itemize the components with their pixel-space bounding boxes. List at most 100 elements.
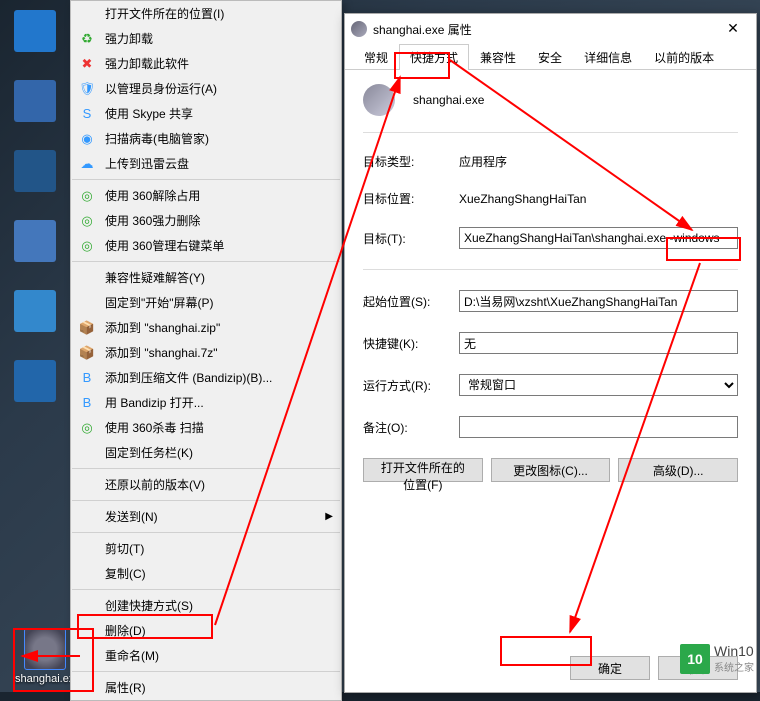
watermark-title: Win10: [714, 643, 754, 659]
skype-icon: S: [79, 106, 95, 122]
blank-icon: [79, 680, 95, 696]
separator: [72, 500, 340, 501]
ctx-force-uninstall-soft[interactable]: ✖强力卸载此软件: [71, 51, 341, 76]
desktop-icon[interactable]: [5, 220, 65, 265]
blank-icon: [79, 623, 95, 639]
select-run[interactable]: 常规窗口: [459, 374, 738, 396]
desktop-icon[interactable]: [5, 80, 65, 125]
chevron-right-icon: ▶: [325, 511, 333, 522]
ctx-360-unlock[interactable]: ◎使用 360解除占用: [71, 183, 341, 208]
label-shortcut: 快捷键(K):: [363, 335, 459, 352]
ctx-add-7z[interactable]: 📦添加到 "shanghai.7z": [71, 340, 341, 365]
ctx-add-zip[interactable]: 📦添加到 "shanghai.zip": [71, 315, 341, 340]
label-target: 目标(T):: [363, 230, 459, 247]
blank-icon: [79, 566, 95, 582]
ctx-scan-virus[interactable]: ◉扫描病毒(电脑管家): [71, 126, 341, 151]
blank-icon: [79, 445, 95, 461]
blank-icon: [79, 6, 95, 22]
blank-icon: [79, 541, 95, 557]
separator: [72, 671, 340, 672]
desktop-icon[interactable]: [5, 10, 65, 55]
dialog-title: shanghai.exe 属性: [373, 21, 716, 38]
cloud-icon: ☁: [79, 156, 95, 172]
close-button[interactable]: ✕: [716, 16, 750, 42]
desktop-icon[interactable]: [5, 360, 65, 405]
ctx-rename[interactable]: 重命名(M): [71, 643, 341, 668]
blank-icon: [79, 598, 95, 614]
btn-advanced[interactable]: 高级(D)...: [618, 458, 738, 482]
desktop-icon[interactable]: [5, 150, 65, 195]
context-menu: 打开文件所在的位置(I) ♻强力卸载 ✖强力卸载此软件 🛡以管理员身份运行(A)…: [70, 0, 342, 701]
shield-icon: 🛡: [79, 81, 95, 97]
ctx-360-scan[interactable]: ◎使用 360杀毒 扫描: [71, 415, 341, 440]
tab-general[interactable]: 常规: [353, 44, 399, 69]
bandizip-icon: B: [79, 395, 95, 411]
titlebar: shanghai.exe 属性 ✕: [345, 14, 756, 44]
zip-icon: 📦: [79, 345, 95, 361]
ctx-bandizip-add[interactable]: B添加到压缩文件 (Bandizip)(B)...: [71, 365, 341, 390]
360-icon: ◎: [79, 238, 95, 254]
blank-icon: [79, 270, 95, 286]
blank-icon: [79, 509, 95, 525]
recycle-icon: ♻: [79, 31, 95, 47]
ctx-bandizip-open[interactable]: B用 Bandizip 打开...: [71, 390, 341, 415]
watermark-sub: 系统之家: [714, 659, 754, 674]
input-start[interactable]: [459, 290, 738, 312]
ctx-properties[interactable]: 属性(R): [71, 675, 341, 700]
360-icon: ◎: [79, 420, 95, 436]
tab-compat[interactable]: 兼容性: [469, 44, 527, 69]
separator: [72, 179, 340, 180]
watermark-logo: 10: [680, 644, 710, 674]
divider: [363, 132, 738, 133]
separator: [72, 589, 340, 590]
input-shortcut[interactable]: [459, 332, 738, 354]
ctx-run-admin[interactable]: 🛡以管理员身份运行(A): [71, 76, 341, 101]
x-icon: ✖: [79, 56, 95, 72]
value-loc: XueZhangShangHaiTan: [459, 192, 738, 206]
input-comment[interactable]: [459, 416, 738, 438]
ctx-create-shortcut[interactable]: 创建快捷方式(S): [71, 593, 341, 618]
blank-icon: [79, 648, 95, 664]
btn-ok[interactable]: 确定: [570, 656, 650, 680]
app-icon: [351, 21, 367, 37]
ctx-skype-share[interactable]: S使用 Skype 共享: [71, 101, 341, 126]
btn-open-location[interactable]: 打开文件所在的位置(F): [363, 458, 483, 482]
desktop-icon[interactable]: [5, 290, 65, 335]
ctx-delete[interactable]: 删除(D): [71, 618, 341, 643]
tab-shortcut[interactable]: 快捷方式: [399, 44, 469, 70]
label-loc: 目标位置:: [363, 190, 459, 207]
360-icon: ◎: [79, 188, 95, 204]
ctx-restore-prev[interactable]: 还原以前的版本(V): [71, 472, 341, 497]
ctx-force-uninstall[interactable]: ♻强力卸载: [71, 26, 341, 51]
tab-security[interactable]: 安全: [527, 44, 573, 69]
zip-icon: 📦: [79, 320, 95, 336]
ctx-360-rightmenu[interactable]: ◎使用 360管理右键菜单: [71, 233, 341, 258]
divider: [363, 269, 738, 270]
properties-dialog: shanghai.exe 属性 ✕ 常规 快捷方式 兼容性 安全 详细信息 以前…: [344, 13, 757, 693]
input-target[interactable]: [459, 227, 738, 249]
app-name: shanghai.exe: [413, 93, 484, 107]
ctx-pin-taskbar[interactable]: 固定到任务栏(K): [71, 440, 341, 465]
watermark: 10 Win10 系统之家: [680, 643, 754, 674]
ctx-360-del[interactable]: ◎使用 360强力删除: [71, 208, 341, 233]
tab-details[interactable]: 详细信息: [573, 44, 643, 69]
separator: [72, 261, 340, 262]
separator: [72, 468, 340, 469]
scan-icon: ◉: [79, 131, 95, 147]
360-icon: ◎: [79, 213, 95, 229]
desktop-icon-shanghai[interactable]: shanghai.exe: [15, 628, 75, 685]
ctx-pin-start[interactable]: 固定到"开始"屏幕(P): [71, 290, 341, 315]
ctx-cut[interactable]: 剪切(T): [71, 536, 341, 561]
bandizip-icon: B: [79, 370, 95, 386]
ctx-send-to[interactable]: 发送到(N)▶: [71, 504, 341, 529]
ctx-upload-cloud[interactable]: ☁上传到迅雷云盘: [71, 151, 341, 176]
separator: [72, 532, 340, 533]
label-comment: 备注(O):: [363, 419, 459, 436]
ctx-compat[interactable]: 兼容性疑难解答(Y): [71, 265, 341, 290]
tabs: 常规 快捷方式 兼容性 安全 详细信息 以前的版本: [345, 44, 756, 70]
ctx-copy[interactable]: 复制(C): [71, 561, 341, 586]
tab-previous[interactable]: 以前的版本: [643, 44, 725, 69]
blank-icon: [79, 295, 95, 311]
ctx-open-location[interactable]: 打开文件所在的位置(I): [71, 1, 341, 26]
btn-change-icon[interactable]: 更改图标(C)...: [491, 458, 611, 482]
